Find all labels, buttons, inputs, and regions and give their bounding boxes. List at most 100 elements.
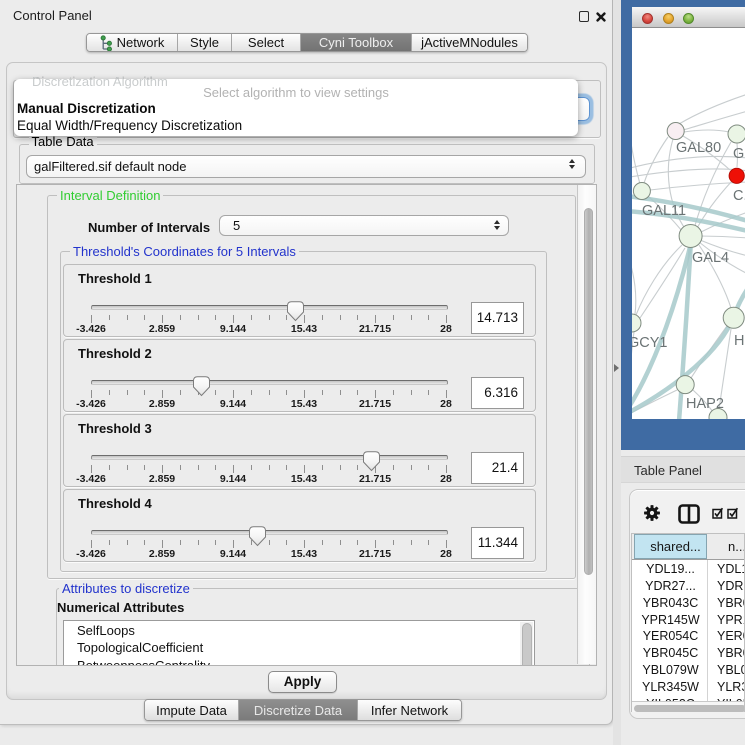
network-node[interactable] — [723, 307, 744, 328]
slider-thumb[interactable] — [287, 301, 304, 322]
list-item[interactable]: BetweennessCentrality — [77, 658, 210, 666]
network-node[interactable] — [729, 168, 744, 183]
network-node[interactable] — [676, 376, 694, 394]
table-cell-shared-name[interactable]: YDL19... — [634, 562, 707, 576]
slider-track[interactable] — [91, 530, 448, 535]
list-scrollbar[interactable] — [520, 622, 533, 666]
number-of-intervals-combobox[interactable]: 5 — [219, 215, 509, 236]
table-cell-name[interactable]: YDR27... — [717, 579, 745, 593]
tab-style[interactable]: Style — [178, 34, 232, 51]
table-cell-shared-name[interactable]: YPR145W — [634, 613, 707, 627]
close-traffic-light[interactable] — [642, 13, 653, 24]
panel-scrollbar-thumb[interactable] — [584, 208, 593, 575]
network-node[interactable] — [633, 183, 650, 200]
cyni-bottom-tabs: Impute DataDiscretize DataInfer Network — [144, 699, 462, 721]
slider-tick — [180, 390, 181, 395]
table-cell-shared-name[interactable]: YER054C — [634, 629, 707, 643]
table-hscrollbar[interactable] — [632, 701, 745, 712]
column-header-name[interactable]: n... — [728, 539, 745, 554]
tab-infer-network[interactable]: Infer Network — [358, 700, 461, 720]
slider-track[interactable] — [91, 305, 448, 310]
table-cell-shared-name[interactable]: YBR045C — [634, 646, 707, 660]
slider-tick — [269, 390, 270, 395]
slider-tick — [198, 465, 199, 470]
slider-tick-label: 21.715 — [353, 548, 397, 560]
threshold-value-field[interactable]: 14.713 — [471, 302, 524, 334]
table-cell-name[interactable]: YLR345W — [717, 680, 745, 694]
tab-impute-data[interactable]: Impute Data — [145, 700, 239, 720]
slider-tick — [446, 390, 447, 398]
table-hscrollbar-thumb[interactable] — [634, 705, 745, 712]
slider-thumb[interactable] — [363, 451, 380, 472]
table-cell-name[interactable]: YER054C — [717, 629, 745, 643]
zoom-traffic-light[interactable] — [683, 13, 694, 24]
checkbox-icon[interactable] — [712, 506, 725, 519]
table-cell-shared-name[interactable]: YBR043C — [634, 596, 707, 610]
network-node-label: GCY1 — [632, 335, 668, 351]
float-window-button[interactable] — [579, 11, 590, 22]
network-window-titlebar[interactable] — [632, 7, 745, 28]
threshold-value-field[interactable]: 6.316 — [471, 377, 524, 409]
split-divider-icon[interactable] — [614, 364, 619, 372]
threshold-value-field[interactable]: 11.344 — [471, 527, 524, 559]
tab-jactivemnodules[interactable]: jActiveMNodules — [412, 34, 527, 51]
table-cell-name[interactable]: YPR145W — [717, 613, 745, 627]
slider-tick — [428, 390, 429, 395]
slider-track[interactable] — [91, 380, 448, 385]
slider-tick — [357, 390, 358, 395]
slider-tick-label: 28 — [424, 473, 468, 485]
table-cell-shared-name[interactable]: YDR27... — [634, 579, 707, 593]
slider-tick — [144, 390, 145, 395]
split-columns-icon[interactable] — [678, 504, 700, 524]
slider-track[interactable] — [91, 455, 448, 460]
table-data-group-title: Table Data — [29, 134, 97, 149]
dropdown-item-equal-width[interactable]: Equal Width/Frequency Discretization — [17, 118, 242, 133]
network-node[interactable] — [679, 225, 702, 248]
network-node[interactable] — [728, 125, 745, 143]
table-cell-name[interactable]: YBL079W — [717, 663, 745, 677]
slider-tick — [162, 540, 163, 548]
slider-tick — [127, 315, 128, 320]
gear-icon[interactable] — [643, 504, 661, 522]
numerical-attributes-list[interactable]: SelfLoops TopologicalCoefficient Betweenne… — [63, 620, 535, 666]
panel-scrollbar[interactable] — [577, 185, 597, 664]
slider-tick — [109, 465, 110, 470]
thresholds-group-title: Threshold's Coordinates for 5 Intervals — [70, 244, 299, 259]
table-cell-name[interactable]: YDL19... — [717, 562, 745, 576]
minimize-traffic-light[interactable] — [663, 13, 674, 24]
column-header-shared-name[interactable]: shared... — [634, 534, 707, 559]
slider-tick — [215, 465, 216, 470]
slider-tick — [357, 465, 358, 470]
tab-cyni-toolbox[interactable]: Cyni Toolbox — [301, 34, 412, 51]
close-icon[interactable] — [596, 12, 606, 22]
dropdown-item-manual-discretization[interactable]: Manual Discretization — [17, 101, 156, 116]
slider-tick — [428, 315, 429, 320]
table-cell-shared-name[interactable]: YLR345W — [634, 680, 707, 694]
list-item[interactable]: SelfLoops — [77, 623, 135, 638]
column-divider — [707, 560, 708, 701]
table-cell-shared-name[interactable]: YBL079W — [634, 663, 707, 677]
threshold-value-field[interactable]: 21.4 — [471, 452, 524, 484]
tab-network[interactable]: Network — [87, 34, 178, 51]
node-table[interactable]: shared... n... YDL19... YDL19... YDR27... Y… — [631, 533, 745, 712]
table-cell-name[interactable]: YBR045C — [717, 646, 745, 660]
tab-discretize-data[interactable]: Discretize Data — [239, 700, 358, 720]
slider-tick — [251, 465, 252, 470]
list-item[interactable]: TopologicalCoefficient — [77, 640, 203, 655]
network-node[interactable] — [632, 314, 641, 332]
slider-thumb[interactable] — [193, 376, 210, 397]
table-panel-header[interactable]: Table Panel — [621, 456, 745, 483]
slider-tick-label: 2.859 — [140, 548, 184, 560]
list-scrollbar-thumb[interactable] — [522, 623, 532, 666]
slider-tick — [411, 540, 412, 545]
tab-select[interactable]: Select — [232, 34, 301, 51]
checkbox-icon[interactable] — [727, 506, 740, 519]
apply-button[interactable]: Apply — [268, 671, 337, 693]
slider-thumb[interactable] — [249, 526, 266, 547]
table-cell-name[interactable]: YBR043C — [717, 596, 745, 610]
table-data-combobox[interactable]: galFiltered.sif default node — [26, 155, 586, 178]
network-view-canvas[interactable]: GAL80G...C...GAL11GAL4GCY1H...HAP2 — [632, 28, 745, 419]
tab-label: Cyni Toolbox — [319, 35, 393, 50]
network-node[interactable] — [667, 123, 684, 140]
table-header-row: shared... n... — [632, 534, 745, 560]
